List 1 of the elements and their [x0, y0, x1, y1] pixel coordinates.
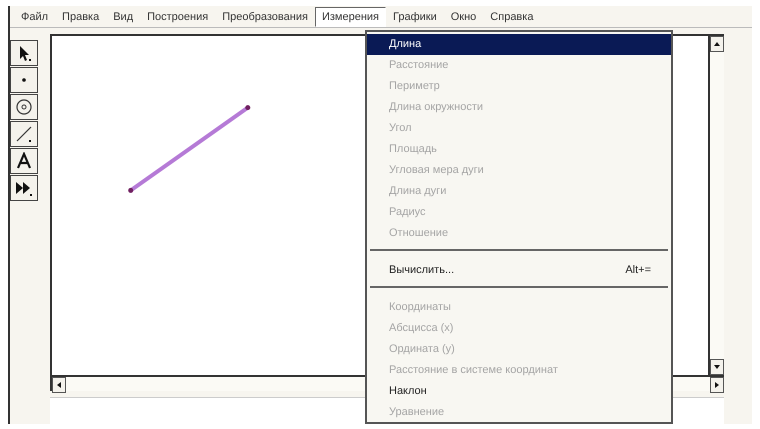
- shortcut-label: Alt+=: [625, 263, 651, 278]
